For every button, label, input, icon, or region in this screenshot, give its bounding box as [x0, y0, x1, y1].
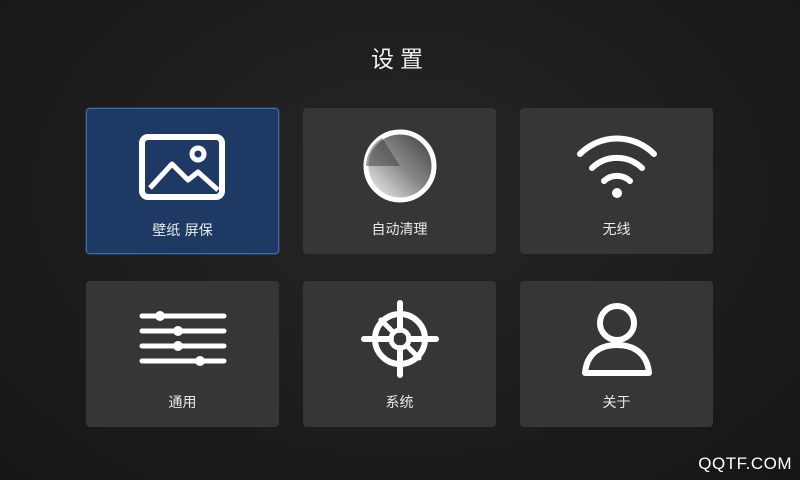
sliders-icon — [135, 299, 231, 379]
helm-wheel-icon — [352, 299, 448, 379]
settings-grid: 壁纸 屏保 自动清理 无线 通用 系统 关于 — [86, 108, 714, 428]
cleanup-dial-icon — [352, 126, 448, 206]
tile-label: 无线 — [602, 222, 631, 238]
tile-label: 关于 — [602, 395, 631, 411]
tile-auto-clean[interactable]: 自动清理 — [303, 108, 496, 254]
tile-wireless[interactable]: 无线 — [520, 108, 713, 254]
tile-label: 壁纸 屏保 — [152, 223, 213, 239]
tile-system[interactable]: 系统 — [303, 281, 496, 427]
wallpaper-image-icon — [135, 127, 231, 207]
user-profile-icon — [569, 299, 665, 379]
tile-general[interactable]: 通用 — [86, 281, 279, 427]
watermark-text: QQTF.COM — [698, 454, 792, 473]
tile-wallpaper-screensaver[interactable]: 壁纸 屏保 — [86, 108, 279, 254]
page-title: 设置 — [371, 47, 429, 73]
tile-about[interactable]: 关于 — [520, 281, 713, 427]
wifi-icon — [569, 126, 665, 206]
tile-label: 通用 — [168, 395, 197, 411]
tile-label: 系统 — [385, 395, 414, 411]
tile-label: 自动清理 — [371, 222, 428, 238]
